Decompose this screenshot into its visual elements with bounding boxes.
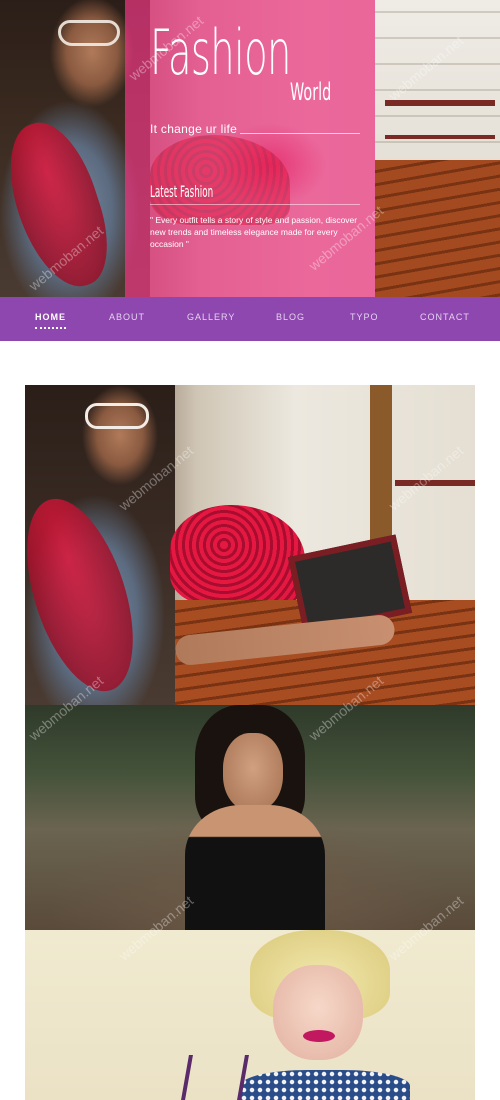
latest-fashion-text: " Every outfit tells a story of style an… <box>150 215 358 249</box>
railing-graphic <box>385 135 495 139</box>
face-graphic <box>223 733 283 811</box>
sunglasses-graphic <box>85 403 149 429</box>
polka-dress-graphic <box>240 1070 410 1100</box>
gallery-image-cafe[interactable] <box>25 385 475 705</box>
nav-gallery[interactable]: GALLERY <box>187 312 235 322</box>
glasses-frames-graphic <box>181 1055 249 1100</box>
photo-gallery <box>25 385 475 1100</box>
lips-graphic <box>303 1030 335 1042</box>
brand-logo-main[interactable]: Fashion <box>150 22 291 84</box>
nav-about[interactable]: ABOUT <box>109 312 145 322</box>
gallery-image-retro[interactable] <box>25 930 475 1100</box>
latest-fashion-heading: Latest Fashion <box>150 182 214 201</box>
nav-home[interactable]: HOME <box>35 312 66 329</box>
nav-blog[interactable]: BLOG <box>276 312 305 322</box>
wooden-table-graphic <box>375 160 500 297</box>
red-chair-graphic <box>170 505 305 605</box>
hero-banner: Fashion World It change ur life Latest F… <box>0 0 500 297</box>
body-graphic <box>185 805 325 930</box>
main-navigation: HOME ABOUT GALLERY BLOG TYPO CONTACT <box>0 297 500 341</box>
railing-graphic <box>395 480 475 486</box>
tagline-divider <box>240 133 360 134</box>
sunglasses-graphic <box>58 20 120 46</box>
nav-typo[interactable]: TYPO <box>350 312 379 322</box>
face-graphic <box>273 965 363 1060</box>
railing-graphic <box>385 100 495 106</box>
brand-logo-sub: World <box>290 78 332 106</box>
nav-contact[interactable]: CONTACT <box>420 312 470 322</box>
heading-divider <box>150 204 360 205</box>
hero-tagline: It change ur life <box>150 122 238 136</box>
gallery-image-park[interactable] <box>25 705 475 930</box>
